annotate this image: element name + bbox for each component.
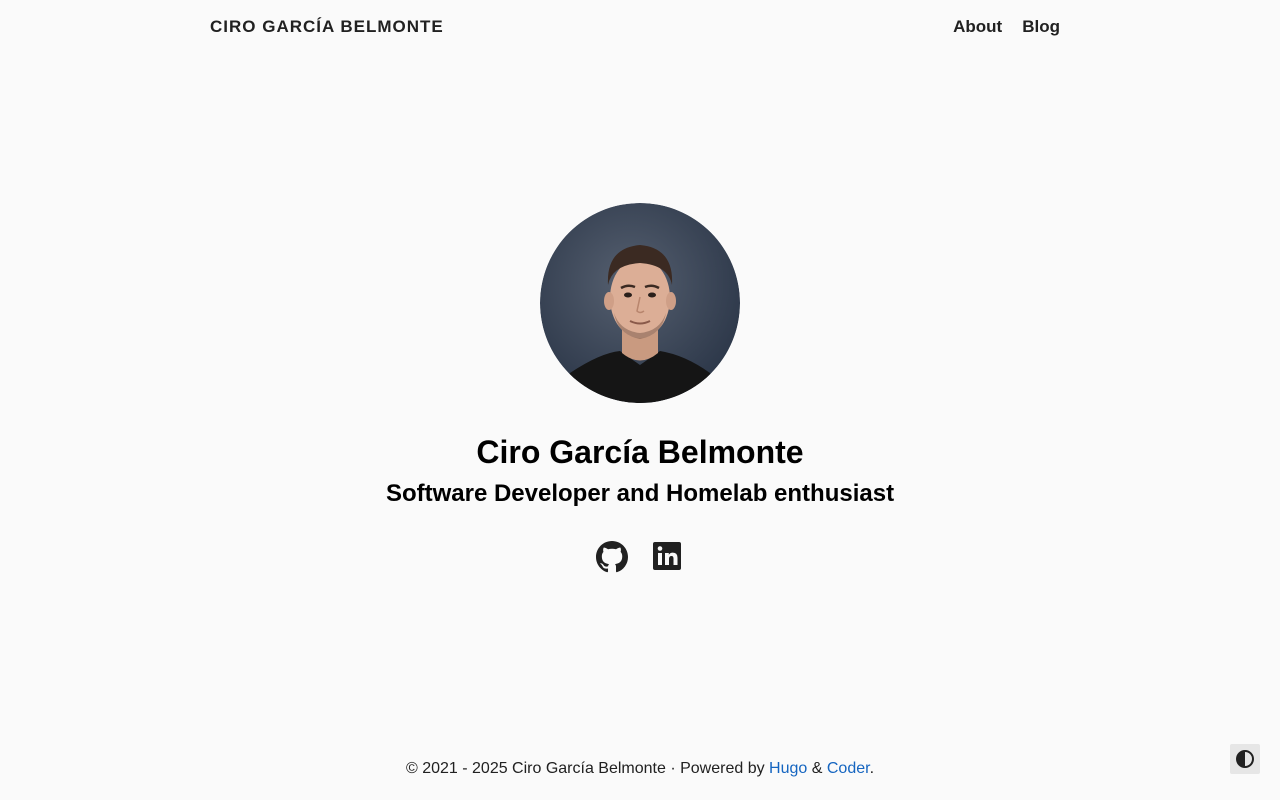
- linkedin-link[interactable]: [652, 541, 684, 573]
- page: CIRO GARCÍA BELMONTE About Blog Ciro Gar…: [0, 0, 1280, 800]
- profile-section: Ciro García Belmonte Software Developer …: [0, 203, 1280, 573]
- hugo-link[interactable]: Hugo: [769, 760, 807, 777]
- linkedin-icon: [653, 542, 681, 570]
- footer-period: .: [869, 760, 875, 777]
- theme-toggle-button[interactable]: [1230, 744, 1260, 774]
- coder-link[interactable]: Coder: [827, 760, 870, 777]
- github-link[interactable]: [596, 541, 628, 573]
- footer-ampersand: &: [807, 760, 827, 777]
- social-links: [0, 541, 1280, 573]
- contrast-icon: [1236, 750, 1254, 768]
- nav-link-blog[interactable]: Blog: [1022, 17, 1060, 37]
- site-brand-link[interactable]: CIRO GARCÍA BELMONTE: [210, 17, 444, 37]
- footer: © 2021 - 2025 Ciro García Belmonte · Pow…: [0, 759, 1280, 779]
- nav-links: About Blog: [953, 17, 1060, 37]
- avatar: [540, 203, 740, 403]
- top-navbar: CIRO GARCÍA BELMONTE About Blog: [210, 0, 1060, 54]
- footer-copyright: © 2021 - 2025 Ciro García Belmonte · Pow…: [405, 760, 770, 777]
- profile-tagline: Software Developer and Homelab enthusias…: [385, 480, 895, 507]
- nav-link-about[interactable]: About: [953, 17, 1002, 37]
- profile-name: Ciro García Belmonte: [476, 434, 804, 470]
- github-icon: [596, 541, 628, 573]
